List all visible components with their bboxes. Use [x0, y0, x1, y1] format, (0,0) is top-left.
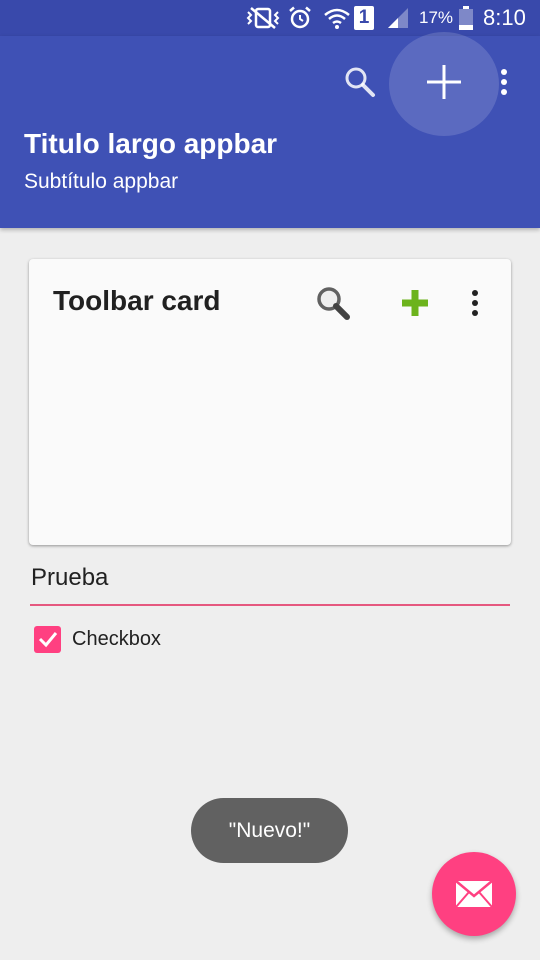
sim-slot-number: 1	[354, 6, 374, 30]
battery-icon	[458, 5, 474, 31]
checkbox[interactable]	[34, 625, 61, 653]
appbar-overflow-button[interactable]	[490, 58, 518, 106]
checkmark-icon	[38, 632, 57, 648]
wifi-icon	[322, 5, 352, 31]
text-input-underline	[30, 604, 510, 606]
appbar-title: Titulo largo appbar	[24, 128, 278, 159]
mail-fab-button[interactable]	[432, 852, 516, 936]
checkbox-row[interactable]: Checkbox	[34, 624, 161, 654]
card-search-button[interactable]	[309, 279, 357, 327]
card-toolbar-title: Toolbar card	[53, 285, 221, 316]
signal-icon	[385, 5, 411, 31]
checkbox-label: Checkbox	[72, 627, 161, 650]
toolbar-card: Toolbar card	[29, 259, 511, 545]
card-add-button[interactable]	[391, 279, 439, 327]
mail-icon	[455, 880, 493, 908]
toast-message: "Nuevo!"	[191, 798, 348, 863]
sim-icon: 1	[354, 5, 374, 31]
add-icon	[427, 65, 461, 99]
card-overflow-button[interactable]	[461, 279, 489, 327]
app-bar: Titulo largo appbar Subtítulo appbar	[0, 32, 540, 228]
vibrate-icon	[244, 5, 282, 31]
search-icon	[345, 67, 375, 97]
appbar-subtitle: Subtítulo appbar	[24, 170, 179, 193]
appbar-search-button[interactable]	[336, 58, 384, 106]
text-input[interactable]: Prueba	[30, 558, 510, 608]
search-icon	[317, 287, 350, 320]
status-bar: 1 17% 8:10	[0, 0, 540, 36]
clock: 8:10	[483, 5, 526, 30]
overflow-menu-icon	[472, 290, 478, 316]
alarm-icon	[287, 5, 313, 31]
add-icon	[402, 290, 428, 316]
appbar-add-button[interactable]	[418, 56, 470, 108]
battery-percent: 17%	[419, 8, 454, 27]
overflow-menu-icon	[501, 69, 507, 95]
text-input-value: Prueba	[31, 564, 109, 591]
